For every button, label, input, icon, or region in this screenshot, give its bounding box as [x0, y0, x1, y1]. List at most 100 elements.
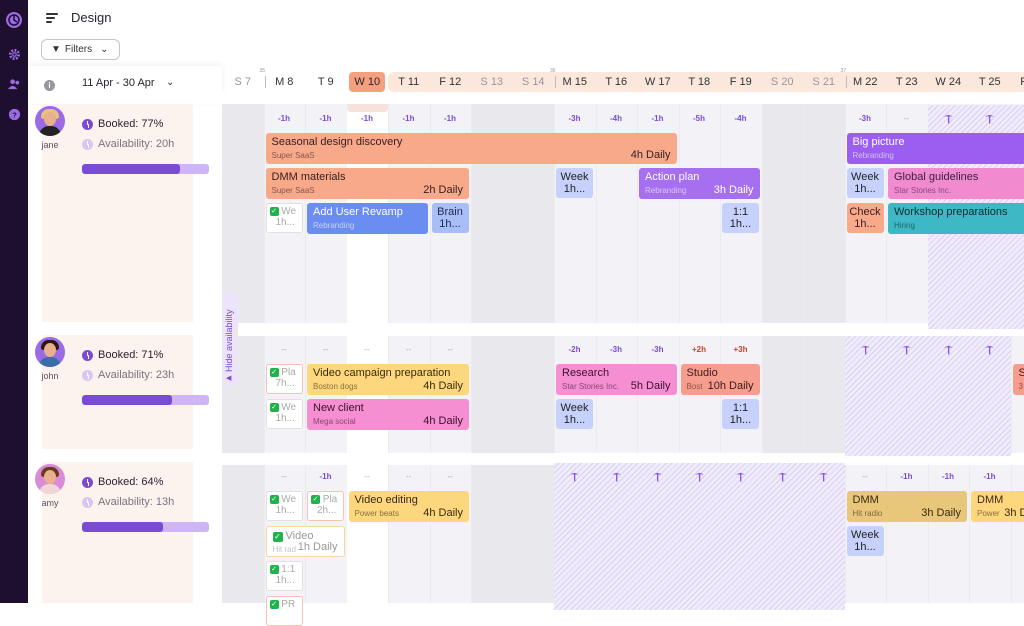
settings-icon[interactable] [4, 44, 24, 64]
completed-task-chip[interactable]: ✓ We1h... [266, 203, 303, 233]
avatar[interactable] [35, 464, 65, 494]
completed-task-chip[interactable]: ✓ We1h... [266, 491, 303, 521]
day-header[interactable]: S 7 [222, 72, 264, 92]
task-bar[interactable]: ✓VideoHit rad1h Daily [266, 526, 345, 557]
task-chip[interactable]: 1:11h... [722, 203, 759, 233]
task-bar[interactable]: Video campaign preparationBoston dogs4h … [307, 364, 469, 395]
day-header[interactable]: S 20 [762, 72, 804, 92]
checkbox-checked-icon[interactable]: ✓ [270, 600, 279, 609]
task-bar[interactable]: DMM materialsSuper SaaS2h Daily [266, 168, 470, 199]
checkbox-checked-icon[interactable]: ✓ [270, 565, 279, 574]
person-name[interactable]: john [28, 371, 72, 381]
help-icon[interactable]: ? [4, 104, 24, 124]
day-header[interactable]: T 18 [679, 72, 721, 92]
completed-task-chip[interactable]: ✓ PR [266, 596, 303, 626]
day-header[interactable]: F 19 [720, 72, 762, 92]
date-range-selector[interactable]: 11 Apr - 30 Apr [82, 77, 155, 89]
capacity-delta: -1h [637, 114, 678, 123]
info-icon[interactable]: i [44, 80, 55, 91]
task-chip[interactable]: Week1h... [847, 526, 884, 556]
task-bar[interactable]: Global guidelinesStar Stories Inc. [888, 168, 1024, 199]
task-duration: 3h Daily [921, 507, 961, 519]
task-chip[interactable]: 1:11h... [722, 399, 759, 429]
task-bar[interactable]: Seasonal design discoverySuper SaaS4h Da… [266, 133, 677, 164]
checkbox-checked-icon[interactable]: ✓ [270, 207, 279, 216]
task-bar[interactable]: ResearchStar Stories Inc.5h Daily [556, 364, 677, 395]
day-header[interactable]: S 14 [513, 72, 555, 92]
avatar[interactable] [35, 337, 65, 367]
capacity-delta: -1h [886, 472, 927, 481]
day-header[interactable]: W 10 [347, 72, 389, 92]
day-header[interactable]: M 8 [264, 72, 306, 92]
day-column [513, 92, 555, 603]
capacity-delta: -3h [845, 114, 886, 123]
vacation-palm-icon [845, 345, 886, 358]
chip-title: PR [281, 599, 295, 610]
day-header[interactable]: T 9 [305, 72, 347, 92]
day-header[interactable]: M 22 [845, 72, 887, 92]
task-chip[interactable]: Week1h... [556, 168, 593, 198]
day-header[interactable]: F 26 [1011, 72, 1024, 92]
filters-button[interactable]: ▼ Filters ⌄ [41, 39, 120, 60]
day-header[interactable]: T 16 [596, 72, 638, 92]
day-header[interactable]: F 12 [430, 72, 472, 92]
task-bar[interactable]: Video editingPower beats4h Daily [349, 491, 470, 522]
capacity-delta: -- [264, 472, 305, 481]
day-header[interactable]: T 25 [969, 72, 1011, 92]
hide-availability-label: Hide availability [224, 309, 234, 372]
task-chip[interactable]: Week1h... [556, 399, 593, 429]
day-header[interactable]: T 23 [886, 72, 928, 92]
person-name[interactable]: amy [28, 498, 72, 508]
day-header[interactable]: W 24 [928, 72, 970, 92]
task-bar[interactable]: DMMHit radio3h Daily [847, 491, 968, 522]
task-project: Rebranding [853, 151, 894, 160]
task-bar[interactable]: Action planRebranding3h Daily [639, 168, 760, 199]
task-bar[interactable]: S3 [1013, 364, 1024, 395]
menu-icon[interactable] [46, 13, 58, 23]
booked-stat: Booked: 71% [82, 349, 163, 361]
vacation-palm-icon [969, 114, 1010, 127]
checkbox-checked-icon[interactable]: ✓ [270, 368, 279, 377]
chip-title: Check [849, 206, 880, 218]
task-chip[interactable]: Check1h... [847, 203, 884, 233]
task-project: Super SaaS [272, 186, 315, 195]
day-header[interactable]: W 17 [637, 72, 679, 92]
chip-duration: 1h... [270, 217, 295, 228]
capacity-delta: -1h [305, 114, 346, 123]
task-bar[interactable]: Big pictureRebranding [847, 133, 1024, 164]
task-bar[interactable]: New clientMega social4h Daily [307, 399, 469, 430]
people-icon[interactable] [4, 74, 24, 94]
checkbox-checked-icon[interactable]: ✓ [270, 403, 279, 412]
logo-icon[interactable] [4, 10, 24, 30]
day-header[interactable]: T 11 [388, 72, 430, 92]
task-bar[interactable]: Workshop preparationsHiring [888, 203, 1024, 234]
hide-availability-toggle[interactable]: Hide availability ◀ [222, 292, 238, 386]
task-project: Mega social [313, 417, 356, 426]
completed-task-chip[interactable]: ✓ We1h... [266, 399, 303, 429]
completed-task-chip[interactable]: ✓ Pla7h... [266, 364, 303, 394]
task-bar[interactable]: DMMPower3h Daily [971, 491, 1024, 522]
completed-task-chip[interactable]: ✓ 1:11h... [266, 561, 303, 591]
task-title: Video editing [355, 494, 464, 507]
checkbox-checked-icon[interactable]: ✓ [270, 495, 279, 504]
person-name[interactable]: jane [28, 140, 72, 150]
task-chip[interactable]: Week1h... [847, 168, 884, 198]
week-number: 35 [260, 68, 266, 74]
task-chip[interactable]: Brain1h... [432, 203, 469, 233]
task-project: Bost [687, 382, 703, 391]
task-duration: 4h Daily [423, 380, 463, 392]
clock-icon [82, 350, 93, 361]
avatar[interactable] [35, 106, 65, 136]
completed-task-chip[interactable]: ✓ Pla2h... [307, 491, 344, 521]
chevron-down-icon[interactable]: ⌄ [166, 77, 174, 88]
day-header[interactable]: S 21 [803, 72, 845, 92]
task-project: Hit radio [853, 509, 883, 518]
day-header[interactable]: S 13 [471, 72, 513, 92]
chip-title: Pla [281, 367, 295, 378]
task-bar[interactable]: Add User RevampRebranding [307, 203, 428, 234]
checkbox-checked-icon[interactable]: ✓ [311, 495, 320, 504]
task-bar[interactable]: StudioBost10h Daily [681, 364, 760, 395]
day-header[interactable]: M 15 [554, 72, 596, 92]
availability-label: Availability: 13h [98, 496, 174, 508]
capacity-delta: -5h [679, 114, 720, 123]
